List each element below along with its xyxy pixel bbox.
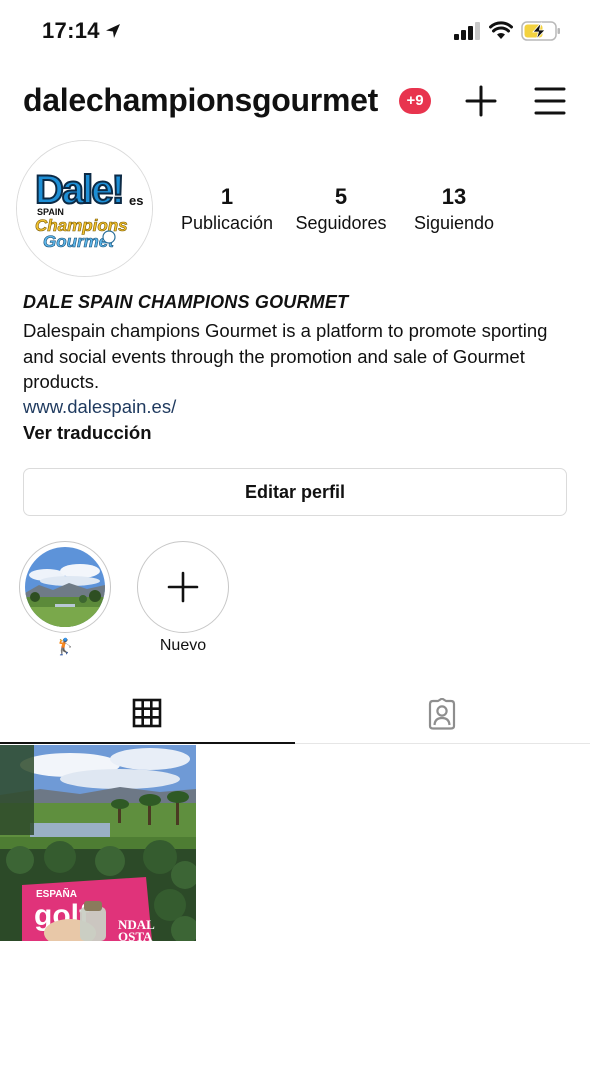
highlight-golf-photo: [25, 547, 105, 627]
grid-icon: [132, 698, 162, 728]
following-count: 13: [441, 184, 467, 209]
logo-dale-text: Dale!: [35, 168, 123, 212]
stat-posts[interactable]: 1 Publicación: [172, 183, 282, 235]
stat-followers[interactable]: 5 Seguidores: [286, 183, 396, 235]
posts-label: Publicación: [180, 213, 274, 233]
plus-icon[interactable]: [464, 84, 498, 118]
followers-label: Seguidores: [295, 213, 387, 233]
avatar[interactable]: Dale! es SPAIN Champions Gourmet: [16, 140, 153, 277]
translate-link[interactable]: Ver traducción: [23, 422, 152, 444]
logo-es-text: es: [129, 193, 143, 208]
bio-link[interactable]: www.dalespain.es/: [23, 396, 176, 418]
status-bar: 17:14: [0, 0, 590, 64]
stat-following[interactable]: 13 Siguiendo: [404, 183, 504, 235]
new-highlight-label: Nuevo: [159, 637, 207, 654]
signal-icon: [454, 22, 480, 40]
bio-text: Dalespain champions Gourmet is a platfor…: [23, 320, 548, 392]
tab-grid[interactable]: [0, 684, 295, 744]
username[interactable]: dalechampionsgourmet: [23, 82, 378, 119]
highlight-golf[interactable]: [19, 541, 111, 633]
location-arrow-icon: [106, 24, 120, 38]
followers-count: 5: [334, 184, 348, 209]
plus-icon: [167, 571, 198, 602]
following-label: Siguiendo: [413, 213, 495, 233]
edit-profile-button[interactable]: Editar perfil: [23, 468, 567, 516]
status-time: 17:14: [42, 18, 100, 43]
tagged-person-icon: [428, 698, 456, 730]
battery-charging-icon: [521, 21, 560, 41]
dale-spain-logo: Dale! es SPAIN Champions Gourmet: [17, 141, 152, 276]
highlight-golf-label: 🏌️: [55, 639, 75, 656]
new-highlight-button[interactable]: [137, 541, 229, 633]
posts-count: 1: [220, 184, 234, 209]
tab-tagged[interactable]: [295, 684, 590, 744]
magazine-costa: OSTA: [118, 929, 153, 941]
notification-badge[interactable]: +9: [399, 88, 431, 114]
menu-icon[interactable]: [534, 86, 566, 116]
post-thumbnail[interactable]: ESPAÑA golf NDAL OSTA: [0, 745, 196, 941]
bio-name: DALE SPAIN CHAMPIONS GOURMET: [23, 292, 349, 312]
wifi-icon: [489, 21, 513, 39]
